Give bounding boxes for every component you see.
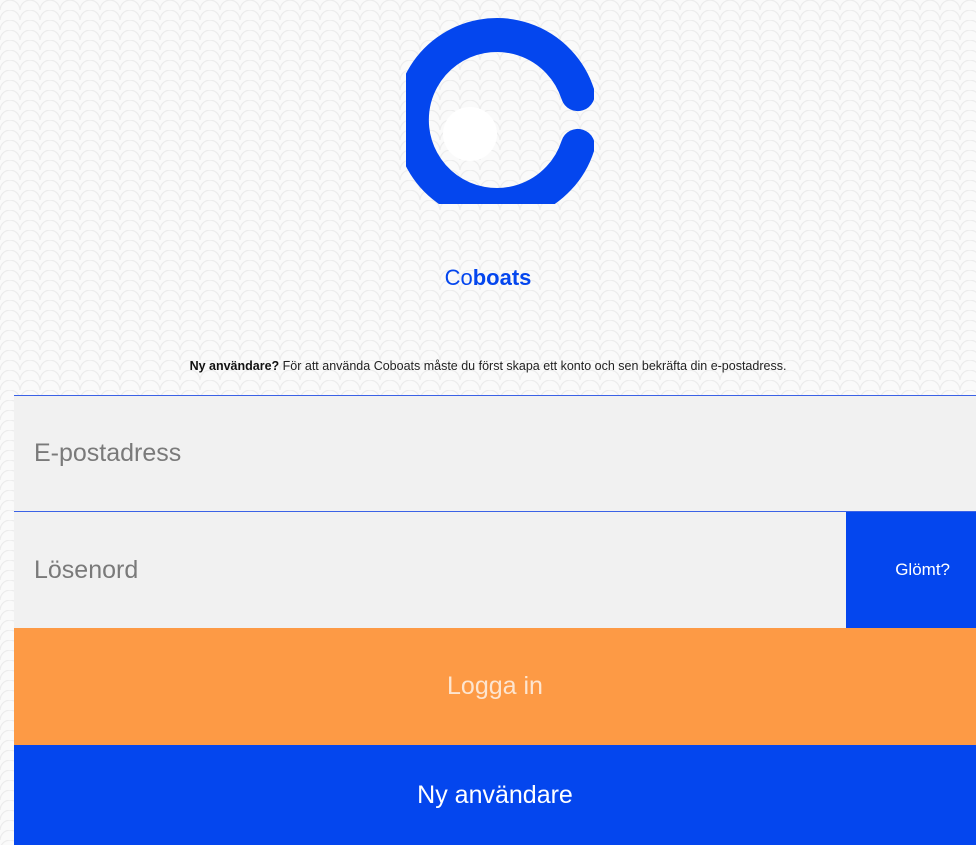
brand-name-bold: boats — [472, 265, 532, 290]
login-button-label: Logga in — [447, 672, 543, 700]
forgot-password-button[interactable]: Glömt? — [846, 512, 976, 628]
coboats-logo — [406, 18, 594, 204]
password-input[interactable] — [14, 512, 846, 628]
login-button[interactable]: Logga in — [14, 628, 976, 745]
brand-name-light: Co — [444, 265, 473, 290]
new-user-button[interactable]: Ny användare — [14, 745, 976, 845]
brand-name: Coboats — [0, 264, 976, 292]
new-user-button-label: Ny användare — [417, 780, 573, 809]
password-field — [14, 512, 846, 628]
email-field — [14, 395, 976, 512]
email-input[interactable] — [14, 396, 976, 511]
new-user-notice: Ny användare? För att använda Coboats må… — [0, 358, 976, 374]
new-user-notice-lead: Ny användare? — [189, 359, 280, 373]
new-user-notice-text: För att använda Coboats måste du först s… — [279, 359, 787, 373]
forgot-password-label: Glömt? — [895, 560, 950, 579]
